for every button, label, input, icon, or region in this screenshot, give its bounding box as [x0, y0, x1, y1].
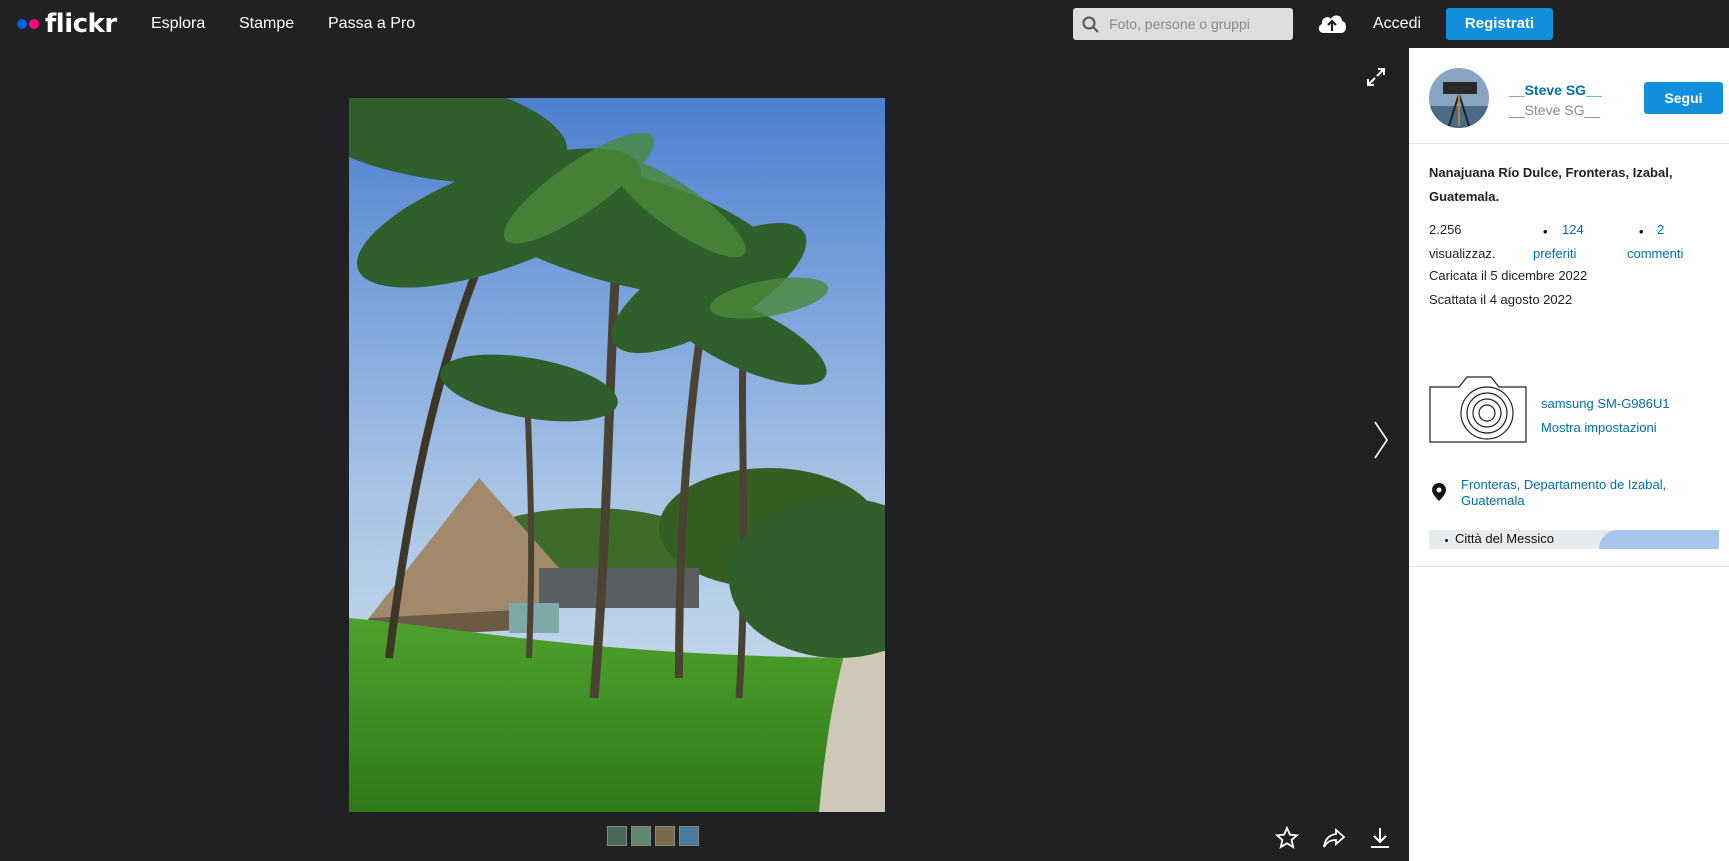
camera-model-link[interactable]: samsung SM-G986U1 [1541, 396, 1670, 411]
download-icon[interactable] [1368, 826, 1392, 850]
thumbnail[interactable] [631, 826, 651, 846]
views-label: visualizzaz. [1429, 246, 1496, 261]
star-icon[interactable] [1275, 826, 1299, 850]
info-panel: __Steve SG__ __Steve SG__ Segui Nanajuan… [1409, 48, 1729, 861]
signup-button[interactable]: Registrati [1446, 8, 1553, 40]
separator-dot: • [1639, 224, 1644, 239]
faves-count[interactable]: 124 [1562, 218, 1584, 242]
main-photo[interactable] [349, 98, 885, 812]
top-bar: flickr Esplora Stampe Passa a Pro Accedi… [0, 0, 1729, 48]
location-map[interactable]: Città del Messico [1429, 530, 1719, 549]
thumbnail-strip [607, 826, 699, 846]
search-input[interactable] [1109, 16, 1279, 32]
logo-blue-dot [17, 19, 27, 29]
owner-username: __Steve SG__ [1509, 102, 1601, 118]
photo-title: Nanajuana Río Dulce, Fronteras, Izabal, … [1429, 165, 1673, 204]
owner-name-link[interactable]: __Steve SG__ [1509, 82, 1602, 98]
location-link[interactable]: Fronteras, Departamento de Izabal, Guate… [1461, 477, 1701, 509]
nav-prints[interactable]: Stampe [239, 0, 294, 48]
camera-settings-link[interactable]: Mostra impostazioni [1541, 420, 1657, 435]
map-water [1599, 530, 1719, 549]
nav-explore[interactable]: Esplora [151, 0, 205, 48]
owner-row: __Steve SG__ __Steve SG__ Segui [1409, 48, 1729, 144]
share-icon[interactable] [1322, 826, 1346, 850]
avatar[interactable] [1429, 68, 1489, 128]
comments-count[interactable]: 2 [1657, 218, 1664, 242]
location-pin-icon [1432, 483, 1446, 501]
faves-label[interactable]: preferiti [1533, 242, 1576, 266]
upload-cloud-icon[interactable] [1316, 11, 1348, 35]
login-link[interactable]: Accedi [1373, 0, 1421, 48]
comments-label[interactable]: commenti [1627, 242, 1683, 266]
follow-button[interactable]: Segui [1644, 82, 1723, 114]
search-icon [1082, 16, 1099, 33]
nav-pro[interactable]: Passa a Pro [328, 0, 415, 48]
logo-text: flickr [45, 9, 117, 39]
thumbnail[interactable] [655, 826, 675, 846]
camera-icon [1429, 376, 1527, 443]
next-arrow-icon[interactable] [1373, 420, 1389, 460]
views-count: 2.256 [1429, 222, 1462, 237]
expand-icon[interactable] [1366, 67, 1386, 87]
separator-dot: • [1543, 224, 1548, 239]
logo-pink-dot [29, 19, 39, 29]
photo-palm-trees [349, 98, 885, 812]
thumbnail[interactable] [607, 826, 627, 846]
uploaded-date: Caricata il 5 dicembre 2022 [1429, 268, 1588, 283]
search-box [1073, 8, 1293, 40]
map-city-label: Città del Messico [1455, 531, 1554, 546]
map-city-dot [1445, 539, 1448, 542]
thumbnail[interactable] [679, 826, 699, 846]
photo-stage [0, 48, 1409, 861]
flickr-logo[interactable]: flickr [17, 8, 117, 40]
panel-divider [1409, 566, 1729, 567]
taken-date: Scattata il 4 agosto 2022 [1429, 292, 1573, 307]
